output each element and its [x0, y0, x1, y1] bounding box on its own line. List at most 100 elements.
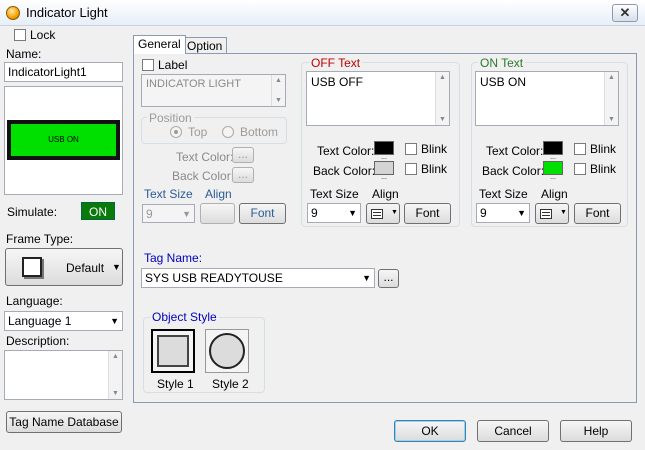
name-label: Name:: [6, 47, 42, 61]
off-back-color-swatch[interactable]: [374, 161, 394, 175]
language-label: Language:: [6, 294, 63, 308]
label-checkbox-text: Label: [158, 58, 188, 72]
close-button[interactable]: ✕: [612, 4, 638, 22]
on-back-color-swatch[interactable]: [543, 161, 563, 175]
tag-name-select[interactable]: SYS USB READYTOUSE ▼: [141, 268, 375, 288]
simulate-label: Simulate:: [7, 205, 58, 219]
off-align-button[interactable]: ▼: [366, 203, 400, 224]
language-select[interactable]: Language 1 ▼: [4, 311, 123, 331]
indicator-app-icon: [6, 6, 20, 20]
on-align-button[interactable]: ▼: [535, 203, 569, 224]
title-bar: Indicator Light ✕: [0, 0, 645, 26]
style1-button[interactable]: [151, 329, 195, 373]
on-back-blink-checkbox[interactable]: [574, 163, 586, 175]
on-text-title: ON Text: [478, 56, 526, 70]
on-back-color-more[interactable]: ...: [543, 174, 563, 181]
label-text-color-label: Text Color:: [176, 150, 234, 164]
object-style-label: Object Style: [150, 310, 219, 324]
on-text-value: USB ON: [480, 75, 527, 89]
off-size-value: 9: [311, 206, 318, 220]
label-text-size-label: Text Size: [144, 187, 193, 201]
off-text-color-swatch[interactable]: [374, 141, 394, 155]
on-text-color-label: Text Color:: [486, 144, 544, 158]
position-label: Position: [147, 111, 194, 125]
off-text-blink-checkbox[interactable]: [405, 143, 417, 155]
label-font-button: Font: [239, 203, 286, 224]
chevron-down-icon: ▼: [348, 208, 357, 218]
label-text-input: INDICATOR LIGHT ▲ ▼: [141, 74, 286, 107]
label-back-color-label: Back Color:: [172, 169, 235, 183]
on-font-button[interactable]: Font: [574, 203, 621, 224]
on-text-scrollbar[interactable]: ▲ ▼: [604, 72, 618, 125]
label-align-label: Align: [205, 187, 232, 201]
off-back-blink-label: Blink: [421, 162, 448, 176]
style1-label: Style 1: [157, 377, 194, 391]
off-back-color-more[interactable]: ...: [374, 174, 394, 181]
chevron-down-icon: ▼: [362, 273, 371, 283]
square-style-icon: [157, 335, 189, 367]
on-text-size-select[interactable]: 9 ▼: [476, 203, 530, 223]
off-back-blink-checkbox[interactable]: [405, 163, 417, 175]
off-text-scrollbar[interactable]: ▲ ▼: [435, 72, 449, 125]
lock-checkbox[interactable]: [14, 29, 26, 41]
on-text-blink-label: Blink: [590, 142, 617, 156]
on-text-input[interactable]: USB ON ▲ ▼: [475, 71, 619, 126]
off-align-label: Align: [372, 187, 399, 201]
tag-name-browse-button[interactable]: ...: [378, 269, 399, 288]
chevron-down-icon: ▼: [517, 208, 526, 218]
on-align-label: Align: [541, 187, 568, 201]
chevron-down-icon: ▼: [110, 316, 119, 326]
label-align-button: [200, 203, 235, 224]
tab-general[interactable]: General: [133, 35, 186, 54]
frame-icon: [22, 257, 42, 277]
on-text-size-label: Text Size: [479, 187, 528, 201]
frame-type-select[interactable]: Default ▼: [5, 248, 123, 286]
help-button[interactable]: Help: [560, 420, 632, 442]
circle-style-icon: [209, 333, 245, 369]
frame-type-value: Default: [66, 261, 105, 275]
label-checkbox[interactable]: [142, 59, 154, 71]
cancel-button[interactable]: Cancel: [477, 420, 549, 442]
simulate-toggle[interactable]: ON: [81, 202, 115, 220]
tag-name-value: SYS USB READYTOUSE: [145, 271, 283, 285]
indicator-frame: USB ON: [7, 120, 120, 160]
position-bottom-radio: [222, 126, 234, 138]
on-back-blink-label: Blink: [590, 162, 617, 176]
indicator-preview: USB ON: [11, 124, 116, 156]
chevron-down-icon: ▼: [560, 209, 567, 216]
label-text-value: INDICATOR LIGHT: [146, 78, 241, 90]
position-bottom-label: Bottom: [240, 125, 279, 139]
off-text-size-label: Text Size: [310, 187, 359, 201]
style2-button[interactable]: [205, 329, 249, 373]
tag-name-label: Tag Name:: [144, 251, 203, 265]
description-label: Description:: [6, 334, 70, 348]
label-size-value: 9: [146, 207, 153, 221]
tag-name-database-button[interactable]: Tag Name Database: [6, 411, 122, 433]
off-back-color-label: Back Color:: [313, 164, 376, 178]
tab-option[interactable]: Option: [182, 37, 228, 53]
position-top-label: Top: [188, 125, 208, 139]
off-text-blink-label: Blink: [421, 142, 448, 156]
chevron-down-icon: ▼: [182, 209, 191, 219]
label-text-color-button: ...: [232, 147, 254, 163]
off-text-size-select[interactable]: 9 ▼: [307, 203, 361, 223]
off-text-input[interactable]: USB OFF ▲ ▼: [306, 71, 450, 126]
align-left-icon: [371, 209, 383, 219]
off-text-color-label: Text Color:: [317, 144, 375, 158]
name-input[interactable]: IndicatorLight1: [4, 62, 123, 82]
window-title: Indicator Light: [26, 5, 108, 20]
lock-label: Lock: [30, 28, 56, 42]
off-font-button[interactable]: Font: [404, 203, 451, 224]
chevron-down-icon: ▼: [391, 209, 398, 216]
ok-button[interactable]: OK: [394, 420, 466, 442]
on-text-blink-checkbox[interactable]: [574, 143, 586, 155]
description-scrollbar[interactable]: ▲ ▼: [108, 351, 122, 399]
description-input[interactable]: ▲ ▼: [4, 350, 123, 400]
preview-panel: USB ON: [4, 86, 123, 195]
on-text-color-swatch[interactable]: [543, 141, 563, 155]
position-top-radio: [170, 126, 182, 138]
frame-type-label: Frame Type:: [6, 232, 74, 246]
on-back-color-label: Back Color:: [482, 164, 545, 178]
off-text-title: OFF Text: [309, 56, 363, 70]
on-size-value: 9: [480, 206, 487, 220]
